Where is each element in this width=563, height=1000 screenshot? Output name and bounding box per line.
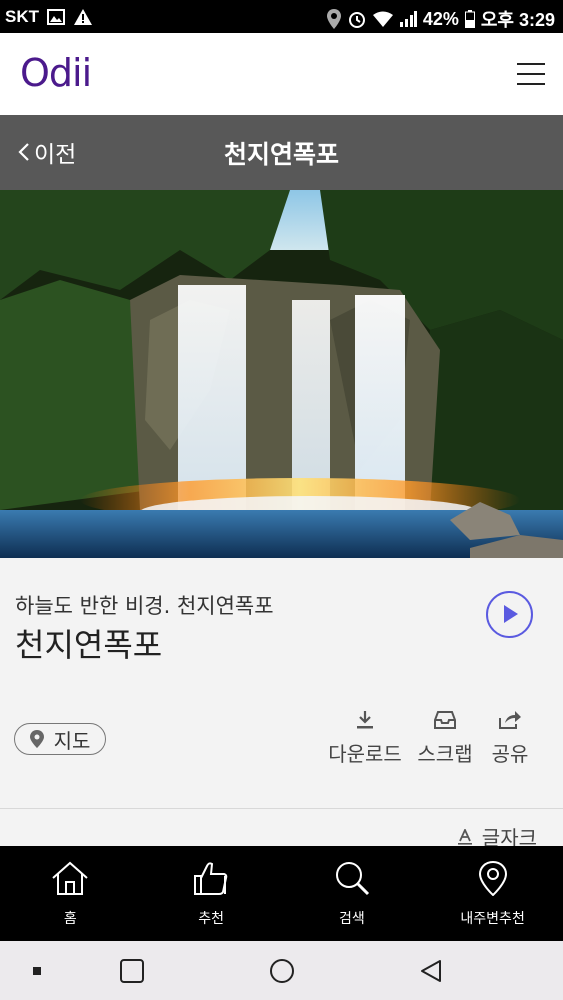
- carrier-label: SKT: [5, 7, 39, 26]
- tab-home[interactable]: 홈: [0, 846, 141, 941]
- square-icon: [120, 958, 144, 983]
- play-audio-button[interactable]: [486, 591, 533, 638]
- clock: 오후 3:29: [480, 10, 555, 30]
- wifi-icon: [372, 11, 393, 27]
- alarm-icon: [348, 12, 365, 28]
- subtitle: 하늘도 반한 비경. 천지연폭포: [15, 594, 274, 618]
- page-title: 천지연폭포: [223, 140, 339, 169]
- divider: [0, 808, 563, 809]
- tab-search[interactable]: 검색: [282, 846, 423, 941]
- system-nav-bar: [0, 941, 563, 1000]
- nav-bar: 이전 천지연폭포: [0, 115, 563, 190]
- share-button[interactable]: 공유: [485, 710, 535, 767]
- tab-nearby[interactable]: 내주변추천: [422, 846, 563, 941]
- home-icon: [52, 861, 89, 895]
- image-icon: [47, 9, 65, 25]
- back-nav-button[interactable]: [414, 941, 448, 1000]
- battery-percent: 42%: [422, 8, 459, 29]
- triangle-back-icon: [421, 959, 441, 982]
- hamburger-icon[interactable]: [517, 63, 545, 85]
- map-label: 지도: [53, 728, 91, 753]
- info-section: 하늘도 반한 비경. 천지연폭포 천지연폭포 지도 다운로드 스크랩 공유: [0, 558, 563, 808]
- download-button[interactable]: 다운로드: [325, 710, 405, 767]
- location-pin-icon: [29, 730, 44, 748]
- scrap-button[interactable]: 스크랩: [405, 710, 485, 767]
- status-bar: SKT 42% 오후 3:29: [0, 0, 563, 33]
- map-button[interactable]: 지도: [14, 723, 106, 755]
- bottom-tab-bar: 홈 추천 검색 내주변추천: [0, 846, 563, 941]
- location-icon: [326, 9, 341, 29]
- location-pin-icon: [478, 860, 507, 896]
- tab-nearby-label: 내주변추천: [460, 911, 525, 927]
- search-icon: [335, 862, 369, 896]
- battery-icon: [464, 10, 475, 28]
- thumbs-up-icon: [194, 862, 228, 895]
- tab-home-label: 홈: [63, 911, 77, 927]
- tab-recommend[interactable]: 추천: [141, 846, 282, 941]
- warning-icon: [74, 9, 92, 25]
- overview-button[interactable]: [115, 941, 149, 1000]
- spot-title: 천지연폭포: [15, 626, 163, 664]
- inbox-icon: [434, 711, 456, 729]
- tab-search-label: 검색: [338, 911, 365, 927]
- hero-image: [0, 190, 563, 558]
- download-label: 다운로드: [328, 742, 402, 766]
- dot-icon: [33, 966, 41, 975]
- action-group: 다운로드 스크랩 공유: [325, 710, 535, 767]
- share-label: 공유: [491, 742, 529, 766]
- font-size-icon: [457, 828, 472, 845]
- circle-icon: [270, 958, 294, 983]
- share-icon: [499, 711, 521, 729]
- download-icon: [357, 711, 373, 729]
- scrap-label: 스크랩: [417, 742, 473, 766]
- home-button[interactable]: [265, 941, 299, 1000]
- recents-dot-button[interactable]: [22, 941, 52, 1000]
- app-header: Odii: [0, 33, 563, 115]
- signal-icon: [399, 11, 417, 27]
- logo[interactable]: Odii: [20, 51, 92, 95]
- tab-recommend-label: 추천: [198, 911, 224, 927]
